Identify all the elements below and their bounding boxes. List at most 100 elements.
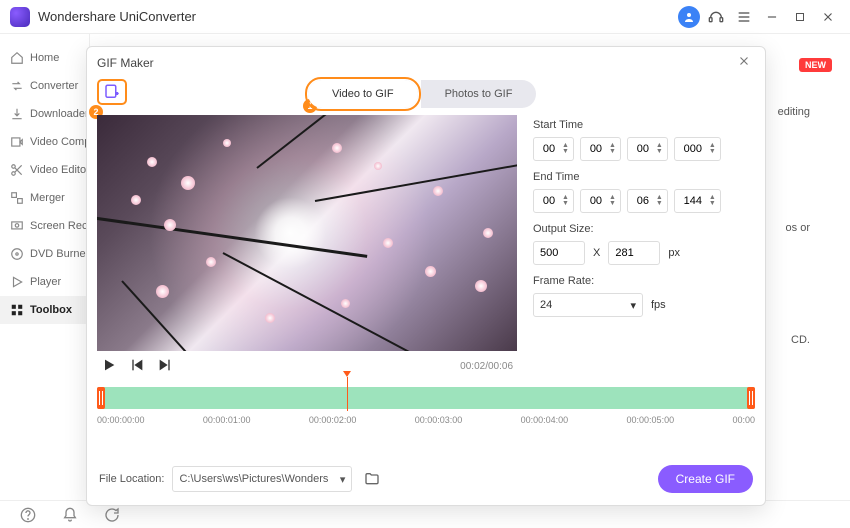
sidebar-item-label: Video Editor (30, 164, 89, 176)
sidebar-item-merger[interactable]: Merger (0, 184, 89, 212)
frame-rate-unit: fps (651, 299, 666, 311)
output-width-input[interactable] (533, 241, 585, 265)
output-height-input[interactable] (608, 241, 660, 265)
dialog-title: GIF Maker (97, 56, 737, 70)
sidebar-item-home[interactable]: Home (0, 44, 89, 72)
start-hour-stepper[interactable]: ▲▼ (533, 137, 574, 161)
spinner-arrows-icon[interactable]: ▲▼ (656, 143, 663, 155)
bg-hint: editing (778, 106, 810, 118)
sidebar: Home Converter Downloader Video Compress… (0, 34, 90, 500)
video-preview[interactable] (97, 115, 517, 351)
end-min-input[interactable] (585, 195, 607, 207)
end-sec-stepper[interactable]: ▲▼ (627, 189, 668, 213)
sidebar-item-video-editor[interactable]: Video Editor (0, 156, 89, 184)
app-logo-icon (10, 7, 30, 27)
start-hour-input[interactable] (538, 143, 560, 155)
open-folder-button[interactable] (360, 467, 384, 491)
time-tick: 00:00:01:00 (203, 415, 251, 425)
spinner-arrows-icon[interactable]: ▲▼ (609, 143, 616, 155)
play-button[interactable] (101, 357, 119, 375)
file-location-select[interactable]: C:\Users\ws\Pictures\Wonders ▾ (172, 466, 352, 492)
timeline-cursor[interactable] (347, 377, 348, 411)
home-icon (10, 51, 24, 65)
spinner-arrows-icon[interactable]: ▲▼ (709, 143, 716, 155)
sidebar-item-label: Home (30, 52, 59, 64)
start-ms-stepper[interactable]: ▲▼ (674, 137, 721, 161)
download-icon (10, 107, 24, 121)
end-ms-input[interactable] (679, 195, 707, 207)
start-ms-input[interactable] (679, 143, 707, 155)
spinner-arrows-icon[interactable]: ▲▼ (609, 195, 616, 207)
app-title: Wondershare UniConverter (38, 9, 674, 24)
settings-panel: Start Time ▲▼ ▲▼ ▲▼ ▲▼ End Time ▲▼ ▲▼ ▲▼… (527, 115, 755, 381)
frame-rate-value: 24 (540, 299, 552, 311)
time-tick: 00:00:03:00 (415, 415, 463, 425)
end-min-stepper[interactable]: ▲▼ (580, 189, 621, 213)
scissors-icon (10, 163, 24, 177)
frame-rate-select[interactable]: 24 ▾ (533, 293, 643, 317)
notification-icon[interactable] (58, 503, 82, 527)
user-account-icon[interactable] (678, 6, 700, 28)
sidebar-item-label: DVD Burner (30, 248, 89, 260)
start-min-stepper[interactable]: ▲▼ (580, 137, 621, 161)
create-gif-button[interactable]: Create GIF (658, 465, 753, 493)
time-tick: 00:00:02:00 (309, 415, 357, 425)
add-file-button[interactable] (97, 79, 127, 105)
start-min-input[interactable] (585, 143, 607, 155)
maximize-button[interactable] (788, 5, 812, 29)
size-separator: X (593, 247, 600, 259)
timeline-end-handle[interactable] (747, 387, 755, 409)
help-icon[interactable] (16, 503, 40, 527)
sidebar-item-label: Video Compressor (30, 136, 89, 148)
spinner-arrows-icon[interactable]: ▲▼ (562, 195, 569, 207)
sidebar-item-dvd-burner[interactable]: DVD Burner (0, 240, 89, 268)
playback-time: 00:02/00:06 (460, 361, 513, 372)
prev-frame-button[interactable] (129, 357, 147, 375)
chevron-down-icon: ▾ (340, 473, 346, 486)
end-ms-stepper[interactable]: ▲▼ (674, 189, 721, 213)
spinner-arrows-icon[interactable]: ▲▼ (709, 195, 716, 207)
tab-photos-to-gif[interactable]: Photos to GIF (421, 80, 537, 108)
end-hour-input[interactable] (538, 195, 560, 207)
sidebar-item-video-compressor[interactable]: Video Compressor (0, 128, 89, 156)
bg-hint: CD. (791, 334, 810, 346)
close-icon[interactable] (737, 54, 755, 72)
time-tick: 00:00:04:00 (521, 415, 569, 425)
minimize-button[interactable] (760, 5, 784, 29)
start-sec-stepper[interactable]: ▲▼ (627, 137, 668, 161)
time-tick: 00:00 (732, 415, 755, 425)
menu-icon[interactable] (732, 5, 756, 29)
timeline-scale: 00:00:00:00 00:00:01:00 00:00:02:00 00:0… (97, 415, 755, 425)
timeline-start-handle[interactable] (97, 387, 105, 409)
sidebar-item-converter[interactable]: Converter (0, 72, 89, 100)
end-time-label: End Time (533, 171, 755, 183)
end-hour-stepper[interactable]: ▲▼ (533, 189, 574, 213)
sidebar-item-downloader[interactable]: Downloader (0, 100, 89, 128)
sidebar-item-label: Toolbox (30, 304, 72, 316)
gif-maker-dialog: GIF Maker 2 1 Video to GIF Photos to GIF (86, 46, 766, 506)
merge-icon (10, 191, 24, 205)
close-button[interactable] (816, 5, 840, 29)
sidebar-item-label: Player (30, 276, 61, 288)
timeline-track[interactable] (97, 387, 755, 409)
sidebar-item-player[interactable]: Player (0, 268, 89, 296)
sidebar-item-toolbox[interactable]: Toolbox (0, 296, 89, 324)
feedback-icon[interactable] (100, 503, 124, 527)
compress-icon (10, 135, 24, 149)
spinner-arrows-icon[interactable]: ▲▼ (562, 143, 569, 155)
sidebar-item-screen-recorder[interactable]: Screen Recorder (0, 212, 89, 240)
sidebar-item-label: Screen Recorder (30, 220, 89, 232)
start-time-label: Start Time (533, 119, 755, 131)
chevron-down-icon: ▾ (630, 299, 636, 312)
tab-video-to-gif[interactable]: Video to GIF (308, 80, 418, 108)
file-location-label: File Location: (99, 473, 164, 485)
sidebar-item-label: Merger (30, 192, 65, 204)
end-sec-input[interactable] (632, 195, 654, 207)
next-frame-button[interactable] (157, 357, 175, 375)
spinner-arrows-icon[interactable]: ▲▼ (656, 195, 663, 207)
support-icon[interactable] (704, 5, 728, 29)
time-tick: 00:00:05:00 (627, 415, 675, 425)
start-sec-input[interactable] (632, 143, 654, 155)
frame-rate-label: Frame Rate: (533, 275, 755, 287)
sidebar-item-label: Converter (30, 80, 78, 92)
